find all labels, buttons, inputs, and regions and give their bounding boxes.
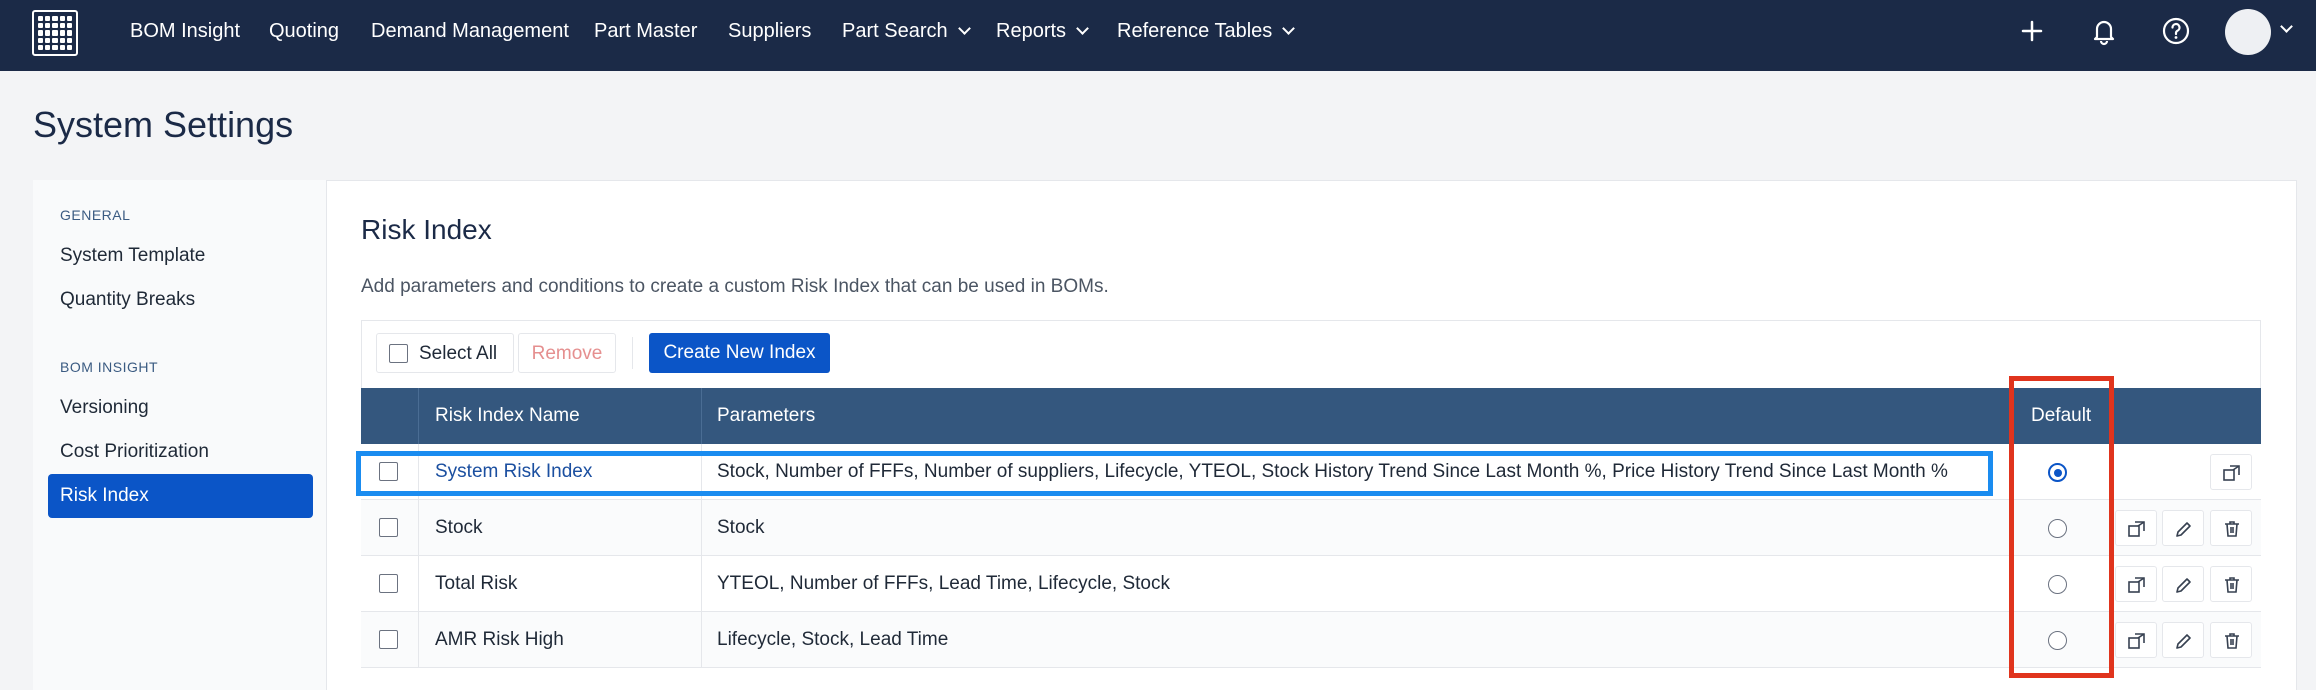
pencil-icon <box>2176 634 2191 649</box>
edit-button[interactable] <box>2162 510 2204 546</box>
sidebar-heading-general: GENERAL <box>60 207 131 223</box>
section-title: Risk Index <box>361 214 492 245</box>
chevron-down-icon[interactable] <box>2280 20 2293 33</box>
delete-button[interactable] <box>2210 566 2252 602</box>
select-all-checkbox[interactable] <box>389 344 408 363</box>
column-header-name[interactable]: Risk Index Name <box>435 388 580 444</box>
sidebar-heading-bom-insight: BOM INSIGHT <box>60 359 159 375</box>
default-radio[interactable] <box>2048 575 2067 594</box>
table-row <box>361 556 2261 612</box>
trash-icon <box>2225 521 2239 537</box>
select-all-label: Select All <box>419 343 498 364</box>
risk-index-name[interactable]: Total Risk <box>435 573 517 595</box>
parameters-cell: Stock, Number of FFFs, Number of supplie… <box>717 461 1948 482</box>
trash-icon <box>2225 577 2239 593</box>
pencil-icon <box>2176 578 2191 593</box>
edit-button[interactable] <box>2162 566 2204 602</box>
header-divider <box>701 388 702 444</box>
column-header-default[interactable]: Default <box>2031 388 2091 444</box>
sidebar-item-cost-prioritization[interactable]: Cost Prioritization <box>60 441 209 463</box>
nav-reference-tables[interactable]: Reference Tables <box>1117 0 1296 62</box>
row-checkbox[interactable] <box>379 518 398 537</box>
select-all-button[interactable]: Select All <box>376 333 514 373</box>
default-radio[interactable] <box>2048 631 2067 650</box>
sidebar-item-versioning[interactable]: Versioning <box>60 397 149 419</box>
row-checkbox[interactable] <box>379 574 398 593</box>
nav-suppliers[interactable]: Suppliers <box>728 0 811 62</box>
sidebar-item-quantity-breaks[interactable]: Quantity Breaks <box>60 289 195 311</box>
sidebar-item-risk-index[interactable]: Risk Index <box>48 474 313 518</box>
section-description: Add parameters and conditions to create … <box>361 276 1109 297</box>
duplicate-icon <box>2128 577 2145 593</box>
create-new-index-button[interactable]: Create New Index <box>649 333 830 373</box>
delete-button[interactable] <box>2210 510 2252 546</box>
top-nav: BOM Insight Quoting Demand Management Pa… <box>0 0 2316 71</box>
duplicate-button[interactable] <box>2115 622 2157 658</box>
column-header-parameters[interactable]: Parameters <box>717 388 815 444</box>
sidebar-item-system-template[interactable]: System Template <box>60 245 205 267</box>
page-title: System Settings <box>33 104 294 145</box>
plus-icon[interactable] <box>2015 14 2049 48</box>
app-grid-logo[interactable] <box>32 10 78 56</box>
default-radio[interactable] <box>2048 463 2067 482</box>
duplicate-button[interactable] <box>2210 454 2252 490</box>
pencil-icon <box>2176 522 2191 537</box>
toolbar-divider <box>632 337 633 369</box>
table-toolbar <box>361 320 2261 388</box>
delete-button[interactable] <box>2210 622 2252 658</box>
nav-reports[interactable]: Reports <box>996 0 1089 62</box>
duplicate-button[interactable] <box>2115 566 2157 602</box>
duplicate-icon <box>2223 465 2240 481</box>
risk-index-name[interactable]: Stock <box>435 517 483 539</box>
nav-part-master[interactable]: Part Master <box>594 0 697 62</box>
parameters-cell: YTEOL, Number of FFFs, Lead Time, Lifecy… <box>717 573 1170 594</box>
chevron-down-icon <box>957 22 971 35</box>
remove-button[interactable]: Remove <box>518 333 616 373</box>
header-divider <box>418 388 419 444</box>
edit-button[interactable] <box>2162 622 2204 658</box>
help-icon[interactable] <box>2159 14 2193 48</box>
duplicate-icon <box>2128 521 2145 537</box>
duplicate-icon <box>2128 633 2145 649</box>
risk-index-name[interactable]: AMR Risk High <box>435 629 564 651</box>
nav-part-search[interactable]: Part Search <box>842 0 971 62</box>
nav-demand-management[interactable]: Demand Management <box>371 0 569 62</box>
row-checkbox[interactable] <box>379 630 398 649</box>
default-radio[interactable] <box>2048 519 2067 538</box>
row-checkbox[interactable] <box>379 462 398 481</box>
risk-index-name-link[interactable]: System Risk Index <box>435 461 592 483</box>
header-divider <box>2009 388 2010 444</box>
nav-reports-label: Reports <box>996 20 1067 42</box>
trash-icon <box>2225 633 2239 649</box>
column-divider <box>418 444 419 668</box>
chevron-down-icon <box>1282 22 1296 35</box>
table-header <box>361 388 2261 444</box>
avatar[interactable] <box>2225 9 2271 55</box>
chevron-down-icon <box>1076 22 1089 35</box>
table-row <box>361 612 2261 668</box>
bell-icon[interactable] <box>2087 14 2121 48</box>
parameters-cell: Lifecycle, Stock, Lead Time <box>717 629 949 650</box>
nav-reference-tables-label: Reference Tables <box>1117 20 1273 42</box>
parameters-cell: Stock <box>717 517 765 538</box>
nav-quoting[interactable]: Quoting <box>269 0 339 62</box>
nav-bom-insight[interactable]: BOM Insight <box>130 0 240 62</box>
column-divider <box>701 444 702 668</box>
duplicate-button[interactable] <box>2115 510 2157 546</box>
table-row <box>361 500 2261 556</box>
nav-part-search-label: Part Search <box>842 20 948 42</box>
